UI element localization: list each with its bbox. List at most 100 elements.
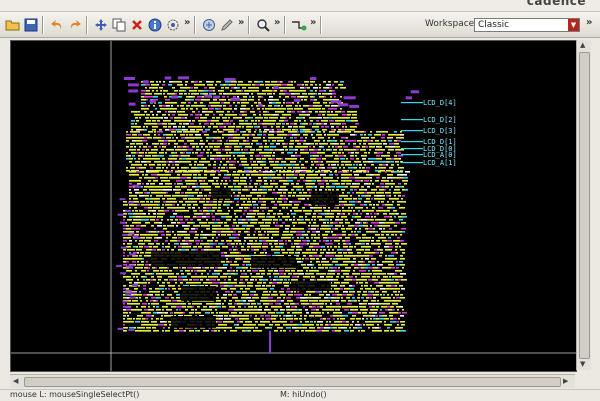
more-tools-icon[interactable]: » xyxy=(310,17,316,28)
redo-icon[interactable] xyxy=(66,16,83,33)
layout-shape xyxy=(274,276,278,278)
layout-shape xyxy=(297,186,303,188)
layout-shape xyxy=(164,210,169,212)
layout-shape xyxy=(175,93,177,95)
layout-shape xyxy=(347,258,350,260)
layout-shape xyxy=(286,207,288,209)
layout-shape xyxy=(286,231,289,233)
layout-shape xyxy=(167,219,169,221)
save-icon[interactable] xyxy=(22,16,39,33)
layout-shape xyxy=(371,258,376,260)
layout-shape xyxy=(309,294,311,296)
layout-shape xyxy=(217,279,220,281)
stretch-icon[interactable] xyxy=(164,16,181,33)
open-folder-icon[interactable] xyxy=(4,16,21,33)
scroll-down-icon[interactable]: ▼ xyxy=(580,360,585,368)
layout-shape xyxy=(315,93,317,95)
layout-shape xyxy=(185,231,187,233)
more-tools-icon[interactable]: » xyxy=(274,17,280,28)
layout-canvas[interactable]: LCD_D[4] LCD_D[2] LCD_D[3] LCD_D[1] LCD_D[0]… xyxy=(10,40,577,372)
layout-shape xyxy=(141,93,145,95)
layout-shape xyxy=(372,237,374,239)
layout-shape xyxy=(215,309,217,311)
layout-shape xyxy=(127,243,132,245)
workspace-select[interactable]: Classic ▼ xyxy=(474,18,580,32)
layout-shape xyxy=(401,243,407,245)
layout-shape xyxy=(338,315,343,317)
layout-shape xyxy=(181,108,185,110)
layout-shape xyxy=(323,291,327,293)
layout-shape xyxy=(318,234,320,236)
layout-shape xyxy=(218,108,221,110)
move-icon[interactable] xyxy=(92,16,109,33)
layout-shape xyxy=(394,231,398,233)
edit-icon[interactable] xyxy=(218,16,235,33)
info-icon[interactable] xyxy=(146,16,163,33)
scroll-up-icon[interactable]: ▲ xyxy=(580,41,585,49)
layout-shape xyxy=(232,234,238,236)
layout-shape xyxy=(166,306,168,308)
layout-shape xyxy=(391,279,394,281)
layout-shape xyxy=(331,213,334,215)
route-icon[interactable] xyxy=(290,16,307,33)
layout-shape xyxy=(288,167,292,169)
layout-shape xyxy=(123,312,128,314)
layout-shape xyxy=(278,167,283,169)
more-tools-icon[interactable]: » xyxy=(184,17,190,28)
layout-shape xyxy=(388,297,391,299)
layout-shape xyxy=(193,204,198,206)
copy-icon[interactable] xyxy=(110,16,127,33)
layout-shape xyxy=(210,84,213,86)
layout-shape xyxy=(229,161,232,163)
layout-shape xyxy=(375,291,379,293)
layout-shape xyxy=(195,114,200,116)
more-tools-icon[interactable]: » xyxy=(238,17,244,28)
layout-shape xyxy=(375,167,377,169)
layout-shape xyxy=(288,192,292,194)
layout-shape xyxy=(293,216,295,218)
layout-shape xyxy=(167,198,173,200)
layout-shape xyxy=(179,123,182,125)
layout-shape xyxy=(126,225,129,227)
horizontal-scrollbar[interactable]: ◀ ▶ xyxy=(10,374,575,388)
layout-shape xyxy=(213,131,217,133)
layout-shape xyxy=(229,149,231,151)
scroll-left-icon[interactable]: ◀ xyxy=(13,377,18,385)
layout-shape xyxy=(157,282,159,284)
undo-icon[interactable] xyxy=(48,16,65,33)
layout-shape xyxy=(391,186,393,188)
layout-shape xyxy=(355,180,361,182)
layout-shape xyxy=(393,297,395,299)
menu-item[interactable]: ▔▔▔ xyxy=(8,0,26,6)
layout-shape xyxy=(195,312,201,314)
zoom-icon[interactable] xyxy=(254,16,271,33)
layout-shape xyxy=(175,303,178,305)
layout-shape xyxy=(284,167,286,169)
layout-shape xyxy=(392,201,394,203)
scroll-right-icon[interactable]: ▶ xyxy=(563,377,568,385)
layout-shape xyxy=(189,330,194,332)
layout-shape xyxy=(402,231,405,233)
layout-shape xyxy=(260,225,266,227)
layout-shape xyxy=(171,105,173,107)
layout-shape xyxy=(145,174,148,176)
vertical-scroll-thumb[interactable] xyxy=(579,52,590,359)
layout-shape xyxy=(194,102,197,104)
layout-shape xyxy=(229,164,233,166)
layout-shape xyxy=(387,300,391,302)
layout-shape xyxy=(324,134,326,136)
layout-shape xyxy=(382,186,384,188)
chevron-down-icon[interactable]: ▼ xyxy=(568,19,579,31)
layout-shape xyxy=(147,321,149,323)
layout-shape xyxy=(365,195,368,197)
vertical-scrollbar[interactable]: ▲ ▼ xyxy=(576,40,591,370)
fit-icon[interactable] xyxy=(200,16,217,33)
layout-drawing[interactable] xyxy=(11,41,576,371)
layout-shape xyxy=(316,309,319,311)
layout-shape xyxy=(210,171,213,173)
more-tools-icon[interactable]: » xyxy=(586,17,592,28)
delete-icon[interactable] xyxy=(128,16,145,33)
horizontal-scroll-thumb[interactable] xyxy=(24,377,561,387)
layout-shape xyxy=(155,143,159,145)
layout-shape xyxy=(336,216,339,218)
